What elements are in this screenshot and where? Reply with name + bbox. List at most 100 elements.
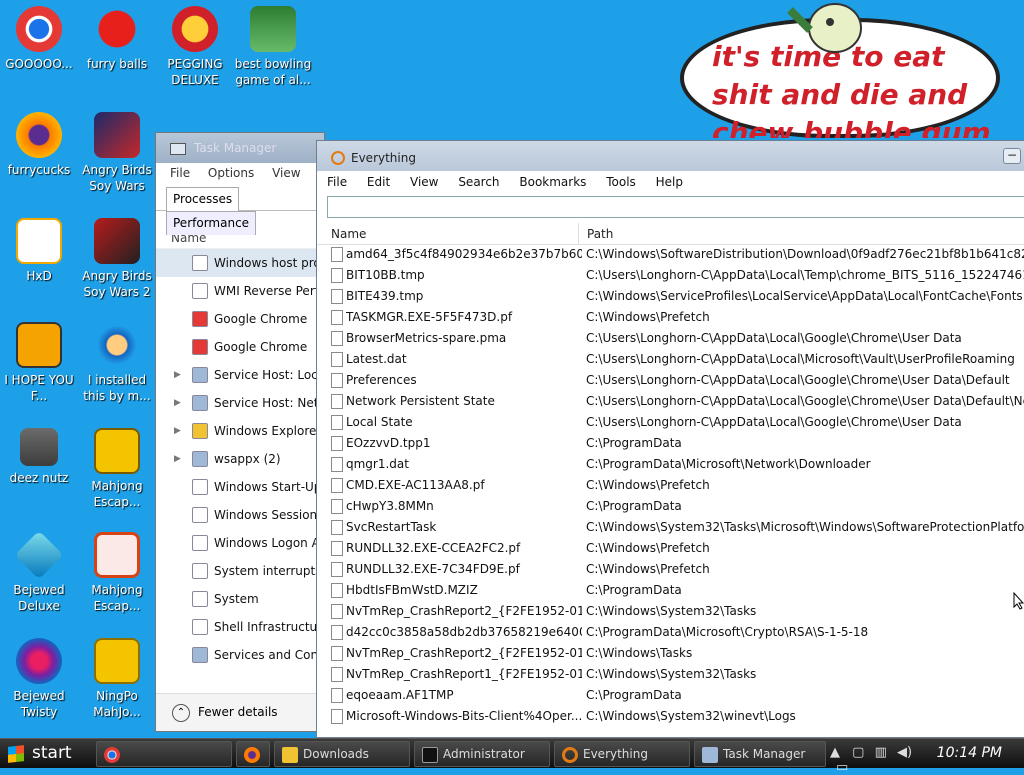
desktop-icon-mahjong-escape-1[interactable]: Mahjong Escap... <box>78 428 156 510</box>
result-row[interactable]: CMD.EXE-AC113AA8.pf C:\Windows\Prefetch <box>317 475 1024 496</box>
result-row[interactable]: NvTmRep_CrashReport2_{F2FE1952-01... C:\W… <box>317 601 1024 622</box>
expand-arrow-icon[interactable]: ▶ <box>174 361 181 389</box>
process-row[interactable]: Windows Logon Ap <box>156 529 324 557</box>
result-row[interactable]: RUNDLL32.EXE-7C34FD9E.pf C:\Windows\Prefe… <box>317 559 1024 580</box>
result-row[interactable]: Preferences C:\Users\Longhorn-C\AppData\L… <box>317 370 1024 391</box>
result-row[interactable]: Microsoft-Windows-Bits-Client%4Oper... C:… <box>317 706 1024 727</box>
de-icon <box>16 322 62 368</box>
tab-performance[interactable]: Performance <box>166 211 257 235</box>
column-divider[interactable] <box>578 223 579 245</box>
start-button[interactable]: start <box>0 739 92 769</box>
desktop-icon-furrycucks[interactable]: furrycucks <box>0 112 78 178</box>
desktop-icon-pegging-deluxe[interactable]: PEGGING DELUXE <box>156 6 234 88</box>
desktop-icon-angry-birds-soy-wars-2[interactable]: Angry Birds Soy Wars 2 <box>78 218 156 300</box>
process-name: Windows Logon Ap <box>214 536 324 550</box>
result-row[interactable]: Latest.dat C:\Users\Longhorn-C\AppData\Lo… <box>317 349 1024 370</box>
result-row[interactable]: TASKMGR.EXE-5F5F473D.pf C:\Windows\Prefet… <box>317 307 1024 328</box>
process-row[interactable]: System <box>156 585 324 613</box>
taskbar-button-chrome[interactable] <box>96 741 232 767</box>
network-icon[interactable]: ▥ <box>875 745 887 760</box>
desktop-icon-angry-birds-soy-wars[interactable]: Angry Birds Soy Wars <box>78 112 156 194</box>
result-row[interactable]: NvTmRep_CrashReport2_{F2FE1952-01... C:\W… <box>317 643 1024 664</box>
result-path: C:\Windows\SoftwareDistribution\Download… <box>586 247 1024 261</box>
expand-arrow-icon[interactable]: ▶ <box>174 389 181 417</box>
process-row[interactable]: WMI Reverse Perf <box>156 277 324 305</box>
menu-view[interactable]: View <box>272 166 300 180</box>
menu-tools[interactable]: Tools <box>606 175 636 189</box>
clock[interactable]: 10:14 PM <box>937 745 1002 761</box>
result-row[interactable]: BITE439.tmp C:\Windows\ServiceProfiles\Lo… <box>317 286 1024 307</box>
result-row[interactable]: Local State C:\Users\Longhorn-C\AppData\L… <box>317 412 1024 433</box>
taskbar-button-administrator[interactable]: Administrator <box>414 741 550 767</box>
result-row[interactable]: qmgr1.dat C:\ProgramData\Microsoft\Networ… <box>317 454 1024 475</box>
process-row[interactable]: ▶ wsappx (2) <box>156 445 324 473</box>
minimize-button[interactable]: − <box>1003 148 1021 164</box>
menu-file[interactable]: File <box>170 166 190 180</box>
show-hidden-icons-icon[interactable]: ▲ <box>830 745 840 760</box>
result-path: C:\Windows\Prefetch <box>586 562 710 576</box>
taskbar-button-everything[interactable]: Everything <box>554 741 690 767</box>
desktop-icon-furry-balls[interactable]: furry balls <box>78 6 156 72</box>
desktop-icon-deez-nutz[interactable]: deez nutz <box>0 428 78 486</box>
result-row[interactable]: eqoeaam.AF1TMP C:\ProgramData <box>317 685 1024 706</box>
everything-titlebar[interactable]: Everything − <box>317 141 1024 171</box>
menu-file[interactable]: File <box>327 175 347 189</box>
task-manager-titlebar[interactable]: Task Manager <box>156 133 324 163</box>
fewer-details-button[interactable]: ⌃ Fewer details <box>156 693 324 731</box>
desktop-icon-i-installed[interactable]: I installed this by m... <box>78 322 156 404</box>
desktop-icon-bowling[interactable]: best bowling game of al... <box>234 6 312 88</box>
column-header-path[interactable]: Path <box>587 227 613 241</box>
desktop-icon-i-hope-you[interactable]: I HOPE YOU F... <box>0 322 78 404</box>
action-center-icon[interactable]: ▢ <box>852 745 864 760</box>
result-row[interactable]: Network Persistent State C:\Users\Longhor… <box>317 391 1024 412</box>
menu-help[interactable]: Help <box>656 175 683 189</box>
taskbar-button-label: Downloads <box>303 747 369 761</box>
desktop-icon-hxd[interactable]: HxD <box>0 218 78 284</box>
result-row[interactable]: BrowserMetrics-spare.pma C:\Users\Longhor… <box>317 328 1024 349</box>
desktop-icon-bejewed-deluxe[interactable]: Bejewed Deluxe <box>0 530 78 614</box>
process-row[interactable]: Windows Start-Up <box>156 473 324 501</box>
desktop-icon-mahjong-escape-2[interactable]: Mahjong Escap... <box>78 532 156 614</box>
desktop-icon-gooooo[interactable]: GOOOOO... <box>0 6 78 72</box>
result-row[interactable]: amd64_3f5c4f84902934e6b2e37b7b603... C:\W… <box>317 244 1024 265</box>
taskbar-button-task-manager[interactable]: Task Manager <box>694 741 826 767</box>
tab-processes[interactable]: Processes <box>166 187 240 211</box>
result-row[interactable]: HbdtIsFBmWstD.MZIZ C:\ProgramData <box>317 580 1024 601</box>
menu-search[interactable]: Search <box>458 175 499 189</box>
process-row[interactable]: ▶ Windows Explorer <box>156 417 324 445</box>
process-row[interactable]: Windows Session M <box>156 501 324 529</box>
result-row[interactable]: cHwpY3.8MMn C:\ProgramData <box>317 496 1024 517</box>
result-row[interactable]: d42cc0c3858a58db2db37658219e6400_... C:\P… <box>317 622 1024 643</box>
result-row[interactable]: NvTmRep_CrashReport1_{F2FE1952-018... C:\… <box>317 664 1024 685</box>
volume-icon[interactable]: ◀) <box>897 745 912 760</box>
menu-edit[interactable]: Edit <box>367 175 390 189</box>
result-path: C:\ProgramData <box>586 583 682 597</box>
result-path: C:\Windows\System32\Tasks <box>586 604 757 618</box>
expand-arrow-icon[interactable]: ▶ <box>174 445 181 473</box>
desktop-icon-bejewed-twisty[interactable]: Bejewed Twisty <box>0 638 78 720</box>
menu-view[interactable]: View <box>410 175 438 189</box>
result-row[interactable]: RUNDLL32.EXE-CCEA2FC2.pf C:\Windows\Prefe… <box>317 538 1024 559</box>
expand-arrow-icon[interactable]: ▶ <box>174 417 181 445</box>
process-row[interactable]: Windows host proc <box>156 249 324 277</box>
desktop-icon-ningpo-mahjong[interactable]: NingPo MahJo... <box>78 638 156 720</box>
process-row[interactable]: System interrupts <box>156 557 324 585</box>
column-header-name[interactable]: Name <box>331 227 366 241</box>
process-icon <box>192 339 208 355</box>
process-row[interactable]: ▶ Service Host: Net <box>156 389 324 417</box>
taskbar-button-downloads[interactable]: Downloads <box>274 741 410 767</box>
process-row[interactable]: Google Chrome <box>156 333 324 361</box>
process-row[interactable]: ▶ Service Host: Loc <box>156 361 324 389</box>
result-row[interactable]: SvcRestartTask C:\Windows\System32\Tasks\… <box>317 517 1024 538</box>
menu-bookmarks[interactable]: Bookmarks <box>519 175 586 189</box>
search-input[interactable] <box>327 196 1024 218</box>
menu-options[interactable]: Options <box>208 166 254 180</box>
process-row[interactable]: Services and Cont <box>156 641 324 669</box>
file-icon <box>331 331 343 346</box>
process-row[interactable]: Google Chrome <box>156 305 324 333</box>
taskbar-button-firefox[interactable] <box>236 741 270 767</box>
result-name: Microsoft-Windows-Bits-Client%4Oper... <box>346 709 582 723</box>
result-row[interactable]: EOzzvvD.tpp1 C:\ProgramData <box>317 433 1024 454</box>
result-row[interactable]: BIT10BB.tmp C:\Users\Longhorn-C\AppData\L… <box>317 265 1024 286</box>
process-row[interactable]: Shell Infrastructu <box>156 613 324 641</box>
